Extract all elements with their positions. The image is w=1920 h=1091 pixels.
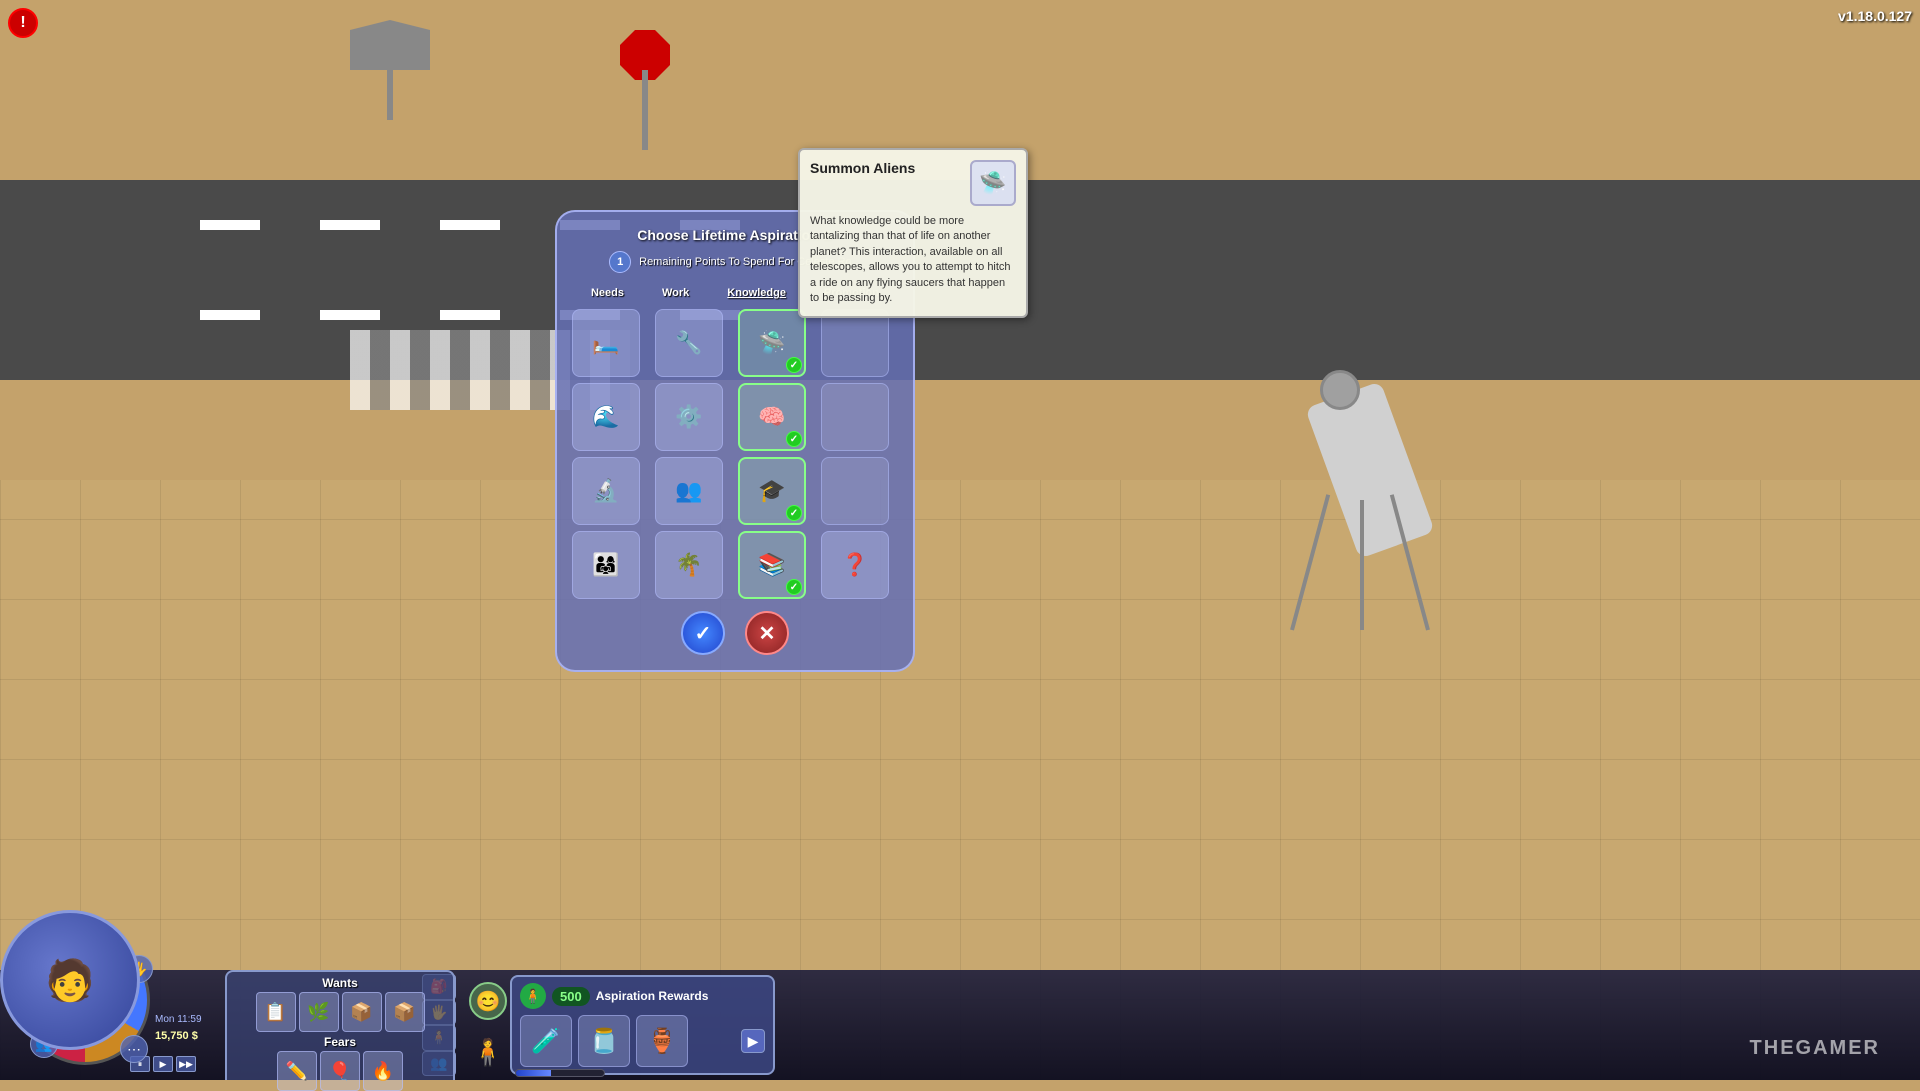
asp-cell-3-2[interactable]: 📚 ✓: [738, 531, 806, 599]
asp-cell-0-2[interactable]: 🛸 ✓: [738, 309, 806, 377]
tab-needs[interactable]: Needs: [587, 285, 628, 301]
asp-cell-icon-0-0: 🛏️: [580, 317, 632, 369]
mood-icon-main[interactable]: 😊: [469, 982, 507, 1020]
sim-portrait[interactable]: 🧑: [0, 910, 140, 1050]
watermark: THEGAMER: [1750, 1037, 1880, 1060]
bottom-ui: 🟢 🌱 🖐️ 👤 👥 ⋯ 🧑 Mon 11:59 15,750 $ ⏸ ▶ ▶▶…: [0, 970, 1920, 1080]
sim-face: 🧑: [45, 957, 95, 1004]
sim-money: 15,750 $: [155, 1030, 198, 1042]
asp-cell-icon-1-1: ⚙️: [663, 391, 715, 443]
rewards-header: 🧍 500 Aspiration Rewards: [520, 983, 765, 1009]
asp-cell-icon-3-1: 🌴: [663, 539, 715, 591]
asp-cell-icon-0-3: [829, 317, 881, 369]
asp-cell-0-1[interactable]: 🔧: [655, 309, 723, 377]
asp-cell-icon-3-0: 👨‍👩‍👧: [580, 539, 632, 591]
aspiration-fill: [516, 1070, 551, 1076]
time-day: Mon 11:59: [155, 1014, 202, 1025]
asp-cell-1-3[interactable]: [821, 383, 889, 451]
tab-work[interactable]: Work: [658, 285, 693, 301]
asp-cell-0-0[interactable]: 🛏️: [572, 309, 640, 377]
money-area: 15,750 $: [155, 1030, 198, 1042]
speed-1x[interactable]: ▶: [153, 1056, 173, 1072]
asp-cell-1-0[interactable]: 🌊: [572, 383, 640, 451]
asp-cell-3-3[interactable]: ❓: [821, 531, 889, 599]
fears-label: Fears: [231, 1035, 449, 1049]
rewards-points-value: 500: [552, 987, 590, 1006]
aspiration-grid: 🛏️ 🔧 🛸 ✓ 🌊 ⚙️ 🧠 ✓ 🔬 👥: [572, 309, 898, 599]
fears-icons-row: ✏️ 🎈 🔥: [231, 1051, 449, 1091]
rewards-items: 🧪 🫙 🏺 ▶: [520, 1015, 765, 1067]
want-icon-1[interactable]: 🌿: [299, 992, 339, 1032]
asp-cell-1-2[interactable]: 🧠 ✓: [738, 383, 806, 451]
dialog-buttons: ✓ ✕: [572, 611, 898, 655]
sim-info-area: Mon 11:59: [155, 1014, 202, 1025]
asp-cell-icon-2-3: [829, 465, 881, 517]
asp-cell-icon-3-3: ❓: [829, 539, 881, 591]
confirm-button[interactable]: ✓: [681, 611, 725, 655]
fear-icon-0[interactable]: ✏️: [277, 1051, 317, 1091]
asp-cell-2-2[interactable]: 🎓 ✓: [738, 457, 806, 525]
road-sign: [350, 20, 430, 120]
aspiration-rewards-panel: 🧍 500 Aspiration Rewards 🧪 🫙 🏺 ▶: [510, 975, 775, 1075]
asp-cell-3-1[interactable]: 🌴: [655, 531, 723, 599]
asp-cell-icon-1-0: 🌊: [580, 391, 632, 443]
tab-knowledge[interactable]: Knowledge: [723, 285, 790, 301]
asp-cell-2-1[interactable]: 👥: [655, 457, 723, 525]
asp-cell-icon-2-1: 👥: [663, 465, 715, 517]
want-icon-0[interactable]: 📋: [256, 992, 296, 1032]
fear-icon-1[interactable]: 🎈: [320, 1051, 360, 1091]
version-label: v1.18.0.127: [1838, 8, 1912, 24]
telescope: [1270, 350, 1470, 630]
speed-2x[interactable]: ▶▶: [176, 1056, 196, 1072]
tooltip-title: Summon Aliens: [810, 160, 962, 176]
checkmark-3-2: ✓: [786, 579, 802, 595]
stop-sign: [620, 30, 670, 150]
asp-cell-2-3[interactable]: [821, 457, 889, 525]
rewards-points-icon: 🧍: [520, 983, 546, 1009]
asp-cell-icon-0-1: 🔧: [663, 317, 715, 369]
reward-item-2[interactable]: 🏺: [636, 1015, 688, 1067]
tooltip-header: Summon Aliens 🛸: [810, 160, 1016, 206]
asp-cell-0-3[interactable]: [821, 309, 889, 377]
want-icon-3[interactable]: 📦: [385, 992, 425, 1032]
wants-label: Wants: [231, 976, 449, 990]
aspiration-bar: [515, 1069, 605, 1077]
asp-cell-icon-2-0: 🔬: [580, 465, 632, 517]
asp-cell-3-0[interactable]: 👨‍👩‍👧: [572, 531, 640, 599]
reward-item-0[interactable]: 🧪: [520, 1015, 572, 1067]
want-icon-2[interactable]: 📦: [342, 992, 382, 1032]
checkmark-2-2: ✓: [786, 505, 802, 521]
skill-figure[interactable]: 🧍: [472, 1037, 504, 1068]
checkmark-1-2: ✓: [786, 431, 802, 447]
asp-cell-icon-1-3: [829, 391, 881, 443]
fear-icon-2[interactable]: 🔥: [363, 1051, 403, 1091]
tooltip-popup: Summon Aliens 🛸 What knowledge could be …: [798, 148, 1028, 318]
asp-cell-1-1[interactable]: ⚙️: [655, 383, 723, 451]
mood-panel: 😊 🧍: [458, 970, 518, 1080]
wants-fears-panel: Wants 📋 🌿 📦 📦 Fears ✏️ 🎈 🔥: [225, 970, 455, 1080]
wants-icons-row: 📋 🌿 📦 📦: [231, 992, 449, 1032]
cancel-button[interactable]: ✕: [745, 611, 789, 655]
checkmark-0-2: ✓: [786, 357, 802, 373]
tooltip-body: What knowledge could be more tantalizing…: [810, 214, 1016, 306]
asp-cell-2-0[interactable]: 🔬: [572, 457, 640, 525]
reward-item-1[interactable]: 🫙: [578, 1015, 630, 1067]
points-badge: 1: [609, 251, 631, 273]
action-icon-bottom-right[interactable]: ⋯: [120, 1035, 148, 1063]
tooltip-icon: 🛸: [970, 160, 1016, 206]
error-icon[interactable]: !: [8, 8, 38, 38]
rewards-arrow[interactable]: ▶: [741, 1029, 765, 1053]
rewards-title: Aspiration Rewards: [596, 989, 709, 1003]
